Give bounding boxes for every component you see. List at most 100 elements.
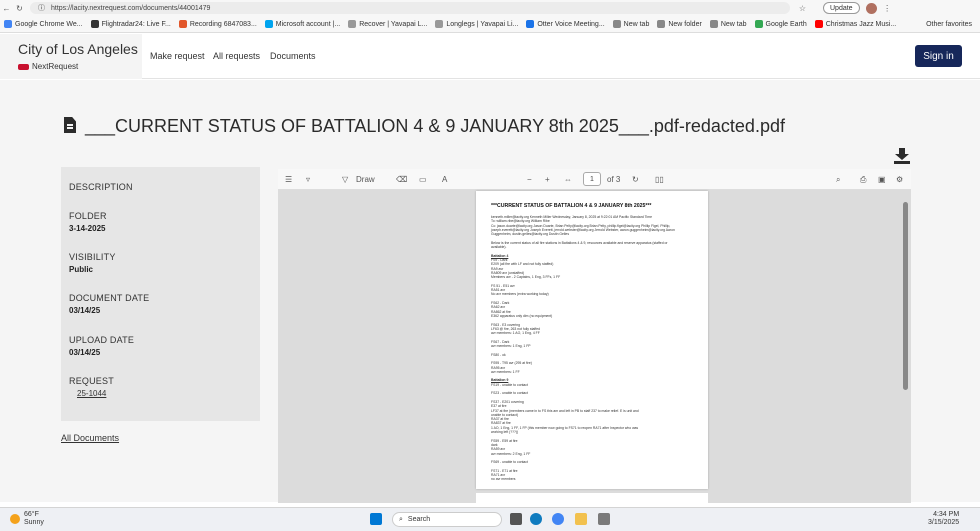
bookmark-icon bbox=[348, 20, 357, 28]
pdf-line: FS19 - unable to contact bbox=[491, 382, 528, 387]
back-icon[interactable]: ← bbox=[0, 4, 13, 13]
bookmark-icon bbox=[178, 20, 187, 28]
bookmark-label: Google Earth bbox=[765, 20, 807, 28]
scrollbar[interactable] bbox=[903, 202, 908, 390]
pdf-line: Guggenheim, dustin.gelles@lacity.org Dus… bbox=[491, 232, 570, 237]
pdf-line: avr members: 2 Eng, 1 FF bbox=[491, 451, 531, 456]
nav-documents[interactable]: Documents bbox=[270, 51, 316, 61]
chrome-icon[interactable] bbox=[552, 513, 564, 525]
upload-date-value: 03/14/25 bbox=[69, 348, 101, 357]
sign-in-button[interactable]: Sign in bbox=[915, 45, 962, 67]
weather-condition: Sunny bbox=[24, 519, 44, 526]
clock[interactable]: 4:34 PM 3/15/2025 bbox=[928, 511, 959, 527]
file-explorer-icon[interactable] bbox=[575, 513, 587, 525]
app-icon[interactable] bbox=[598, 513, 610, 525]
start-icon[interactable] bbox=[370, 513, 382, 525]
other-favorites[interactable]: Other favorites bbox=[926, 21, 972, 28]
time: 4:34 PM bbox=[933, 511, 960, 518]
view-icon[interactable]: ▭ bbox=[419, 175, 427, 184]
settings-icon[interactable]: ⚙ bbox=[896, 175, 903, 184]
bookmark-item[interactable]: New tab bbox=[612, 20, 649, 28]
task-view-icon[interactable] bbox=[510, 513, 522, 525]
zoom-out-button[interactable]: − bbox=[527, 175, 532, 184]
taskbar: 66°F Sunny ⌕ Search 4:34 PM 3/15/2025 bbox=[0, 507, 980, 531]
bookmark-item[interactable]: New folder bbox=[657, 20, 702, 28]
pdf-line: avr members: 1 FF bbox=[491, 369, 520, 374]
bookmark-item[interactable]: Google Chrome We... bbox=[4, 20, 83, 28]
brand[interactable]: City of Los Angeles NextRequest bbox=[0, 34, 142, 79]
request-label: REQUEST bbox=[69, 376, 114, 386]
bookmarks-bar: Google Chrome We... Flightradar24: Live F… bbox=[0, 16, 980, 33]
star-icon[interactable]: ☆ bbox=[796, 4, 809, 13]
request-link[interactable]: 25-1044 bbox=[77, 389, 106, 398]
bookmark-item[interactable]: Otter Voice Meeting... bbox=[526, 20, 605, 28]
sun-icon bbox=[10, 514, 20, 524]
erase-icon[interactable]: ⌫ bbox=[396, 175, 407, 184]
pdf-line: Members avr - 2 Captains, 1 Eng, 3 FFs, … bbox=[491, 275, 561, 280]
rotate-icon[interactable]: ↻ bbox=[632, 175, 639, 184]
bookmark-item[interactable]: New tab bbox=[709, 20, 747, 28]
page-number-input[interactable]: 1 bbox=[583, 172, 601, 186]
update-button[interactable]: Update bbox=[823, 2, 860, 14]
nextrequest-logo-icon bbox=[18, 63, 29, 70]
date: 3/15/2025 bbox=[928, 519, 960, 526]
city-name: City of Los Angeles bbox=[18, 41, 138, 57]
two-page-icon[interactable]: ▯▯ bbox=[655, 175, 664, 184]
site-info-icon[interactable]: ⓘ bbox=[38, 3, 45, 13]
nav-make-request[interactable]: Make request bbox=[150, 51, 205, 61]
bookmark-icon bbox=[709, 20, 718, 28]
nav-all-requests[interactable]: All requests bbox=[213, 51, 260, 61]
bookmark-icon bbox=[612, 20, 621, 28]
bookmark-icon bbox=[657, 20, 666, 28]
bookmark-icon bbox=[526, 20, 535, 28]
read-aloud-icon[interactable]: A bbox=[442, 175, 447, 184]
bookmark-icon bbox=[4, 20, 12, 28]
menu-icon[interactable]: ⋮ bbox=[881, 4, 894, 13]
bookmark-item[interactable]: Recording 6847083... bbox=[178, 20, 257, 28]
bookmark-item[interactable]: Microsoft account |... bbox=[264, 20, 341, 28]
document-metadata-panel: DESCRIPTION FOLDER 3-14-2025 VISIBILITY … bbox=[61, 167, 260, 421]
contents-icon[interactable]: ☰ bbox=[285, 175, 292, 184]
pdf-line: avr members: 1 Eng, 1 FP bbox=[491, 344, 531, 348]
draw-label[interactable]: Draw bbox=[356, 175, 375, 184]
bookmark-label: Longlegs | Yavapai Li... bbox=[446, 20, 519, 28]
nextrequest-logo: NextRequest bbox=[18, 62, 78, 71]
save-icon[interactable]: ▣ bbox=[878, 175, 886, 184]
reload-icon[interactable]: ↻ bbox=[13, 4, 26, 13]
upload-date-label: UPLOAD DATE bbox=[69, 335, 135, 345]
bookmark-label: Flightradar24: Live F... bbox=[101, 20, 171, 28]
bookmark-label: Otter Voice Meeting... bbox=[537, 20, 605, 28]
pdf-line: No avr members (extra working today) bbox=[491, 292, 549, 297]
bookmark-item[interactable]: Recover | Yavapai L... bbox=[348, 20, 427, 28]
bookmark-label: Microsoft account |... bbox=[275, 20, 341, 28]
weather-widget[interactable]: 66°F Sunny bbox=[10, 511, 44, 527]
address-bar[interactable]: ⓘ https://lacity.nextrequest.com/documen… bbox=[30, 2, 790, 14]
pdf-line: FS69 - unable to contact bbox=[491, 460, 528, 465]
bookmark-icon bbox=[435, 20, 444, 28]
download-icon[interactable] bbox=[893, 148, 911, 164]
bookmark-label: Christmas Jazz Musi... bbox=[825, 20, 897, 28]
taskbar-search[interactable]: ⌕ Search bbox=[392, 512, 502, 527]
fit-page-icon[interactable]: ⇔ bbox=[564, 175, 572, 184]
bookmark-label: Google Chrome We... bbox=[15, 20, 83, 28]
pdf-page: ***CURRENT STATUS OF BATTALION 4 & 9 JAN… bbox=[476, 191, 708, 489]
bookmark-item[interactable]: Google Earth bbox=[754, 20, 807, 28]
bookmark-label: New tab bbox=[720, 20, 747, 28]
bookmark-label: Recover | Yavapai L... bbox=[359, 20, 428, 28]
bookmark-item[interactable]: Flightradar24: Live F... bbox=[90, 20, 171, 28]
highlight-icon[interactable]: ▿ bbox=[306, 175, 310, 184]
temperature: 66°F bbox=[24, 511, 39, 518]
draw-icon[interactable]: ▽ bbox=[342, 175, 348, 184]
product-name: NextRequest bbox=[32, 62, 79, 71]
avatar[interactable] bbox=[865, 2, 877, 14]
browser-toolbar: ← ↻ ⓘ https://lacity.nextrequest.com/doc… bbox=[0, 0, 980, 16]
document-date-value: 03/14/25 bbox=[69, 306, 101, 315]
search-icon[interactable]: ⌕ bbox=[836, 175, 840, 185]
bookmark-item[interactable]: Christmas Jazz Musi... bbox=[814, 20, 897, 28]
pdf-line: E362 apparatus only dim (no equipment) bbox=[491, 313, 553, 318]
edge-icon[interactable] bbox=[530, 513, 542, 525]
zoom-in-button[interactable]: + bbox=[545, 175, 550, 184]
print-icon[interactable]: ⎙ bbox=[860, 175, 866, 185]
all-documents-link[interactable]: All Documents bbox=[61, 433, 119, 443]
bookmark-item[interactable]: Longlegs | Yavapai Li... bbox=[435, 20, 518, 28]
